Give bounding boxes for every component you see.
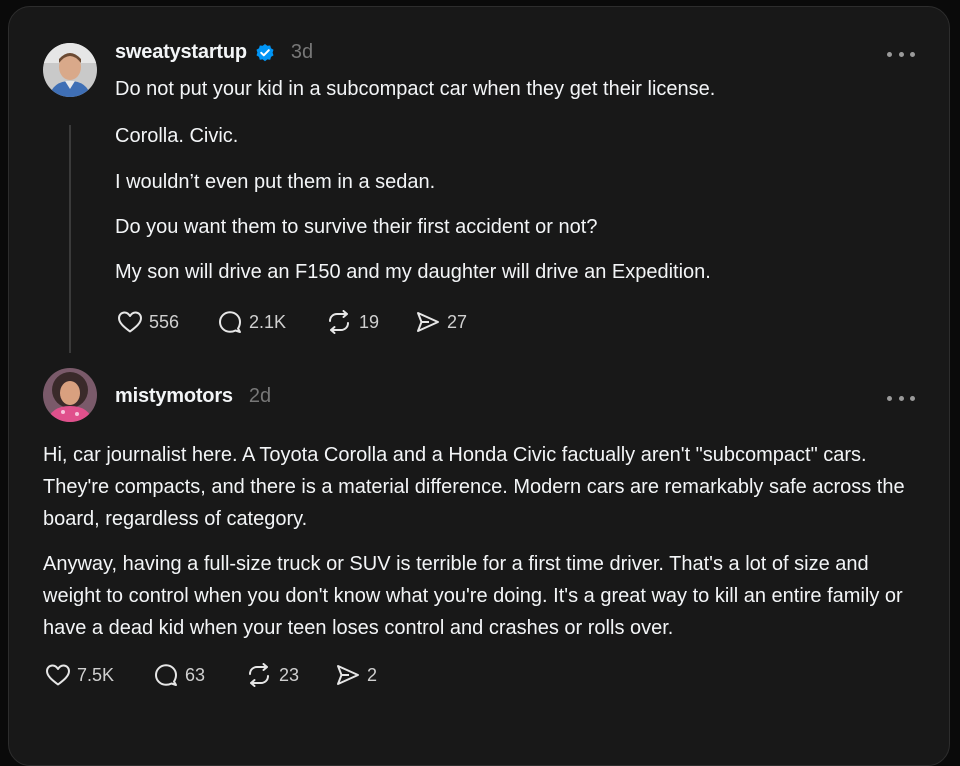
share-count: 27	[447, 311, 468, 332]
post-text: Hi, car journalist here. A Toyota Coroll…	[43, 444, 905, 530]
repost-count: 19	[359, 311, 380, 332]
like-button[interactable]: 556	[117, 310, 217, 334]
post-text: Anyway, having a full-size truck or SUV …	[43, 553, 903, 639]
avatar[interactable]	[43, 43, 97, 97]
post-text: Do you want them to survive their first …	[115, 216, 598, 238]
repost-icon	[249, 663, 269, 687]
post-text: Do not put your kid in a subcompact car …	[115, 78, 716, 100]
post-actions: 556 2.1K 19 27	[117, 310, 467, 334]
repost-button[interactable]: 19	[325, 310, 415, 334]
post-text: My son will drive an F150 and my daughte…	[115, 261, 711, 283]
like-button[interactable]: 7.5K	[45, 663, 153, 687]
post-header: sweatystartup 3d	[115, 41, 313, 64]
repost-icon	[329, 310, 349, 334]
post-text: Corolla. Civic.	[115, 125, 239, 147]
like-count: 556	[149, 311, 180, 332]
avatar[interactable]	[43, 368, 97, 422]
verified-badge-icon	[255, 43, 275, 63]
reply-button[interactable]: 2.1K	[217, 310, 325, 334]
send-icon	[337, 665, 359, 685]
username[interactable]: sweatystartup	[115, 41, 247, 64]
more-horizontal-icon[interactable]	[887, 393, 915, 403]
heart-icon	[118, 311, 142, 333]
share-count: 2	[367, 664, 378, 685]
comment-bubble-icon	[155, 664, 177, 686]
post-actions: 7.5K 63 23 2	[45, 663, 377, 687]
share-button[interactable]: 27	[415, 310, 467, 334]
like-count: 7.5K	[77, 664, 115, 685]
send-icon	[417, 312, 439, 332]
repost-count: 23	[279, 664, 300, 685]
post-time: 2d	[248, 385, 272, 407]
post-header: mistymotors 2d	[115, 385, 271, 408]
reply-count: 2.1K	[249, 311, 287, 332]
thread-line	[69, 125, 71, 353]
share-button[interactable]: 2	[335, 663, 377, 687]
thread-card: sweatystartup 3d Do not put your kid in …	[8, 6, 950, 766]
username[interactable]: mistymotors	[115, 385, 233, 408]
reply-button[interactable]: 63	[153, 663, 245, 687]
post-time: 3d	[290, 41, 314, 63]
more-horizontal-icon[interactable]	[887, 49, 915, 59]
post-text: I wouldn’t even put them in a sedan.	[115, 171, 436, 193]
reply-count: 63	[185, 664, 206, 685]
heart-icon	[46, 664, 70, 686]
comment-bubble-icon	[219, 311, 241, 333]
repost-button[interactable]: 23	[245, 663, 335, 687]
